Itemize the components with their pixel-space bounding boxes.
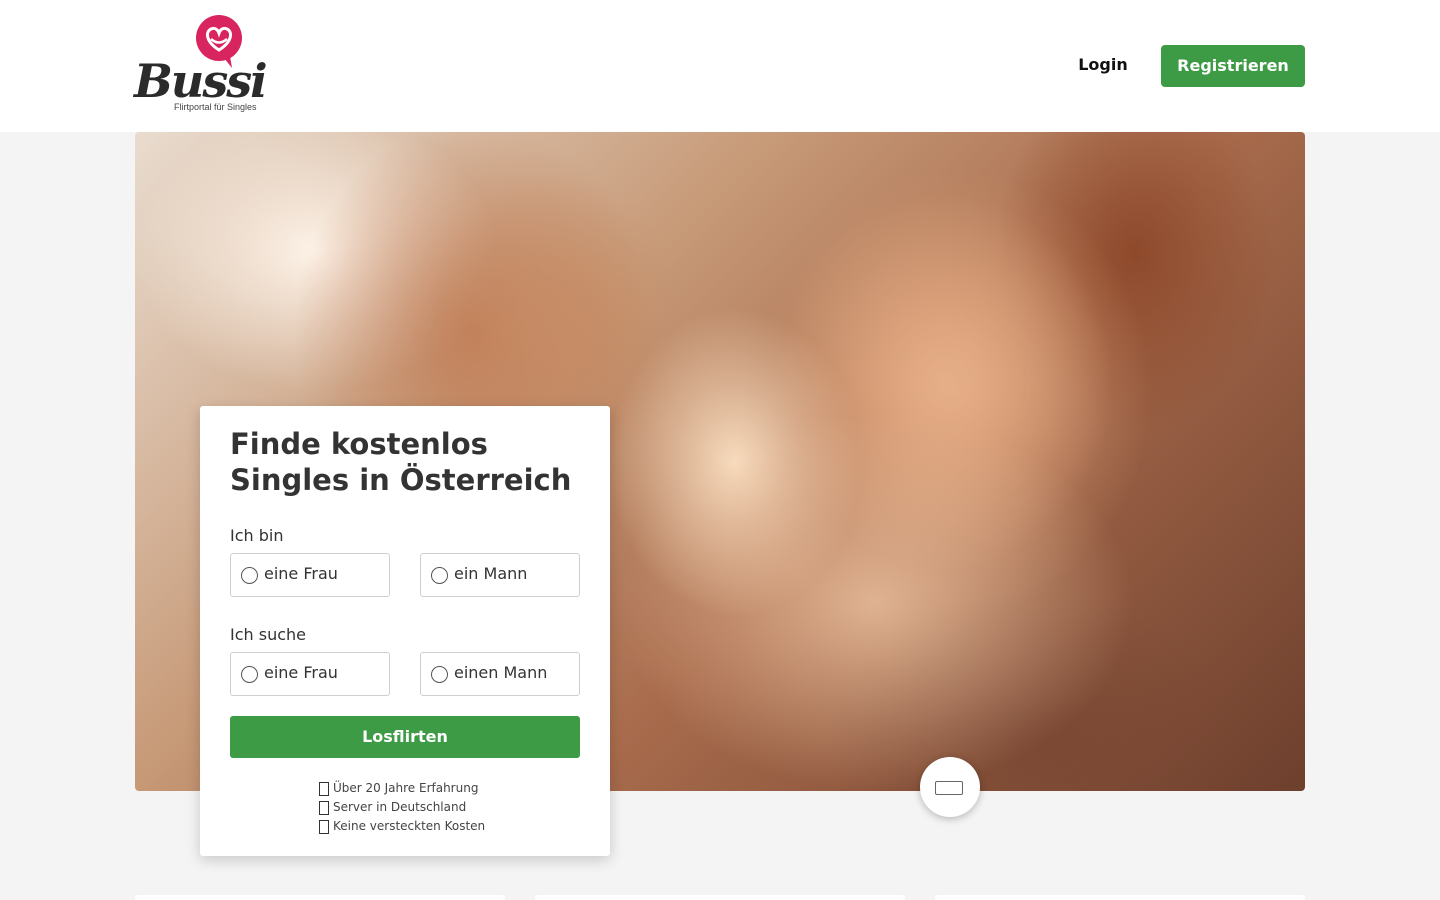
signup-title-line2: Singles in Österreich (230, 463, 572, 497)
iam-man-option[interactable]: ein Mann (420, 553, 580, 597)
site-logo[interactable]: Bussi Flirtportal für Singles (134, 14, 268, 116)
feature-item: Server in Deutschland (319, 797, 539, 816)
carousel-button[interactable] (920, 757, 980, 817)
losflirten-button[interactable]: Losflirten (230, 716, 580, 758)
feature-text: Server in Deutschland (333, 799, 467, 814)
radio-icon[interactable] (241, 666, 258, 683)
check-box-icon (319, 820, 329, 834)
signup-card: Finde kostenlos Singles in Österreich Ic… (200, 406, 610, 856)
signup-title: Finde kostenlos Singles in Österreich (230, 426, 590, 498)
iam-woman-option[interactable]: eine Frau (230, 553, 390, 597)
seeking-label: Ich suche (230, 625, 306, 644)
radio-icon[interactable] (431, 567, 448, 584)
seeking-man-option[interactable]: einen Mann (420, 652, 580, 696)
seeking-woman-label: eine Frau (264, 663, 338, 682)
feature-item: Keine versteckten Kosten (319, 816, 539, 835)
login-link[interactable]: Login (1068, 52, 1138, 78)
register-button[interactable]: Registrieren (1161, 45, 1305, 87)
iam-woman-label: eine Frau (264, 564, 338, 583)
iam-label: Ich bin (230, 526, 284, 545)
hero-hands (615, 412, 1135, 791)
check-box-icon (319, 801, 329, 815)
feature-text: Über 20 Jahre Erfahrung (333, 780, 479, 795)
info-card (935, 895, 1305, 900)
seeking-man-label: einen Mann (454, 663, 548, 682)
seeking-woman-option[interactable]: eine Frau (230, 652, 390, 696)
logo-tagline: Flirtportal für Singles (174, 102, 257, 112)
feature-item: Über 20 Jahre Erfahrung (319, 778, 539, 797)
check-box-icon (319, 782, 329, 796)
info-card (135, 895, 505, 900)
feature-list: Über 20 Jahre Erfahrung Server in Deutsc… (319, 778, 539, 835)
info-card (535, 895, 905, 900)
iam-man-label: ein Mann (454, 564, 528, 583)
slide-icon (935, 781, 963, 795)
site-header: Bussi Flirtportal für Singles Login Regi… (0, 0, 1440, 132)
radio-icon[interactable] (241, 567, 258, 584)
signup-title-line1: Finde kostenlos (230, 427, 488, 461)
logo-wordmark: Bussi (134, 54, 268, 108)
radio-icon[interactable] (431, 666, 448, 683)
feature-text: Keine versteckten Kosten (333, 818, 486, 833)
